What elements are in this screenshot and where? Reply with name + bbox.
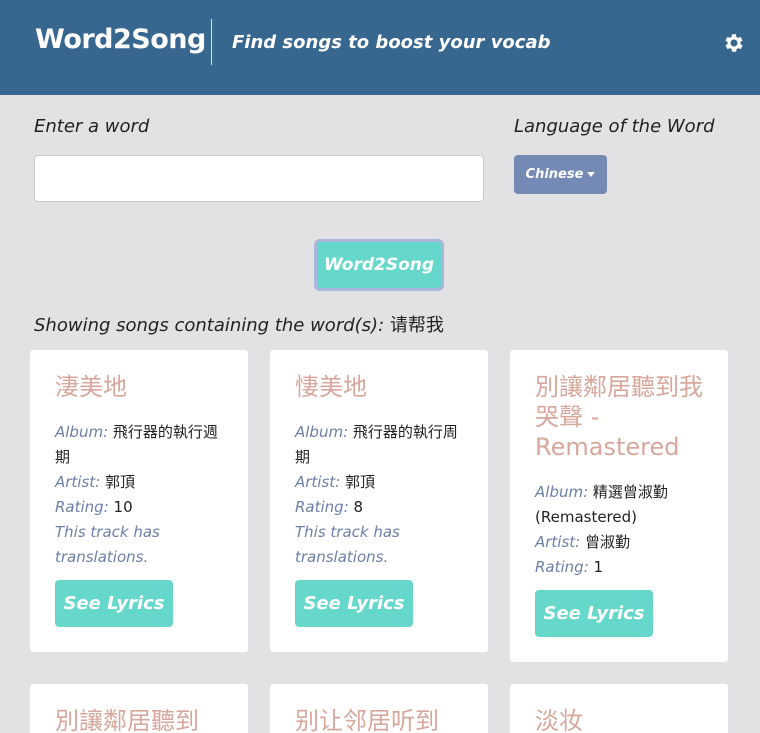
song-title[interactable]: 別讓鄰居聽到我哭聲 - Remastered: [535, 372, 710, 462]
song-meta: Album: 精選曾淑勤 (Remastered) Artist: 曾淑勤 Ra…: [535, 480, 710, 580]
artist-key: Artist:: [535, 533, 581, 551]
rating-key: Rating:: [295, 498, 349, 516]
app-header: Word2Song Find songs to boost your vocab: [0, 0, 760, 95]
header-divider: [211, 19, 212, 65]
song-card: 別讓鄰居聽到我哭聲 - Remastered Album: 精選曾淑勤 (Rem…: [510, 350, 728, 662]
song-meta: Album: 飛行器的執行週期 Artist: 郭頂 Rating: 10 Th…: [55, 420, 230, 570]
album-key: Album:: [535, 483, 589, 501]
rating-value: 1: [593, 558, 604, 576]
artist-value: 曾淑勤: [585, 533, 631, 551]
app-tagline: Find songs to boost your vocab: [232, 32, 551, 53]
rating-key: Rating:: [535, 558, 589, 576]
song-card: 别让邻居听到: [270, 684, 488, 733]
song-card: 別讓鄰居聽到: [30, 684, 248, 733]
song-card: 淡妆: [510, 684, 728, 733]
song-artist: Artist: 郭頂: [55, 470, 230, 495]
rating-value: 10: [113, 498, 133, 516]
song-title[interactable]: 悽美地: [295, 372, 470, 402]
see-lyrics-button[interactable]: See Lyrics: [55, 580, 173, 627]
language-dropdown[interactable]: Chinese: [514, 155, 607, 194]
song-card: 悽美地 Album: 飛行器的執行周期 Artist: 郭頂 Rating: 8…: [270, 350, 488, 652]
song-album: Album: 飛行器的執行周期: [295, 420, 470, 470]
language-dropdown-label: Chinese: [525, 167, 584, 182]
song-title[interactable]: 別讓鄰居聽到: [55, 706, 230, 733]
song-artist: Artist: 曾淑勤: [535, 530, 710, 555]
artist-key: Artist:: [295, 473, 341, 491]
song-title[interactable]: 淡妆: [535, 706, 710, 733]
song-meta: Album: 飛行器的執行周期 Artist: 郭頂 Rating: 8 Thi…: [295, 420, 470, 570]
song-rating: Rating: 8: [295, 495, 470, 520]
album-key: Album:: [55, 423, 109, 441]
song-album: Album: 精選曾淑勤 (Remastered): [535, 480, 710, 530]
translation-note: This track has translations.: [55, 523, 160, 566]
gear-icon[interactable]: [722, 31, 746, 55]
album-key: Album:: [295, 423, 349, 441]
rating-key: Rating:: [55, 498, 109, 516]
song-card: 淒美地 Album: 飛行器的執行週期 Artist: 郭頂 Rating: 1…: [30, 350, 248, 652]
song-title[interactable]: 别让邻居听到: [295, 706, 470, 733]
see-lyrics-button[interactable]: See Lyrics: [295, 580, 413, 627]
artist-key: Artist:: [55, 473, 101, 491]
rating-value: 8: [353, 498, 364, 516]
song-rating: Rating: 1: [535, 555, 710, 580]
translation-note: This track has translations.: [295, 523, 400, 566]
artist-value: 郭頂: [105, 473, 136, 491]
song-album: Album: 飛行器的執行週期: [55, 420, 230, 470]
song-title[interactable]: 淒美地: [55, 372, 230, 402]
results-heading-prefix: Showing songs containing the word(s):: [34, 315, 385, 336]
results-heading: Showing songs containing the word(s): 请帮…: [34, 311, 444, 337]
language-label: Language of the Word: [514, 116, 715, 137]
artist-value: 郭頂: [345, 473, 376, 491]
word-input[interactable]: [34, 155, 484, 202]
results-query: 请帮我: [389, 315, 444, 336]
song-rating: Rating: 10: [55, 495, 230, 520]
caret-down-icon: [587, 172, 596, 177]
word-label: Enter a word: [34, 116, 150, 137]
app-logo[interactable]: Word2Song: [35, 24, 206, 55]
see-lyrics-button[interactable]: See Lyrics: [535, 590, 653, 637]
song-artist: Artist: 郭頂: [295, 470, 470, 495]
word2song-search-button[interactable]: Word2Song: [314, 239, 444, 291]
